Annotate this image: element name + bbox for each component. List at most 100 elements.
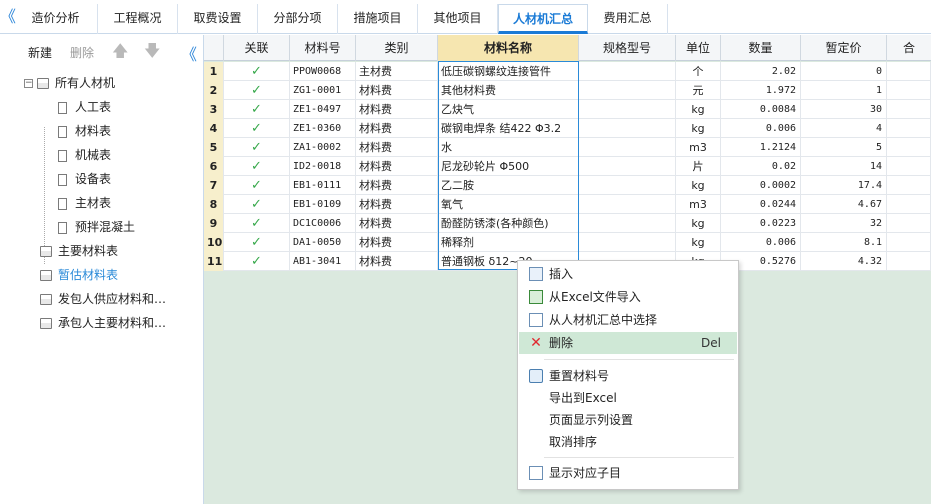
- linked-check-icon[interactable]: ✓: [224, 100, 290, 119]
- material-code-cell[interactable]: EB1-0111: [290, 176, 356, 195]
- tab-other-items[interactable]: 其他项目: [418, 4, 498, 34]
- header-linked[interactable]: 关联: [224, 35, 290, 61]
- category-cell[interactable]: 材料费: [356, 214, 438, 233]
- tree-node-all[interactable]: − 所有人材机: [24, 73, 115, 93]
- spec-cell[interactable]: [579, 233, 676, 252]
- total-cell[interactable]: [887, 119, 931, 138]
- tab-sub-items[interactable]: 分部分项: [258, 4, 338, 34]
- linked-check-icon[interactable]: ✓: [224, 176, 290, 195]
- category-cell[interactable]: 材料费: [356, 100, 438, 119]
- quantity-cell[interactable]: 1.2124: [721, 138, 801, 157]
- quantity-cell[interactable]: 2.02: [721, 62, 801, 81]
- tree-node-employer-supplied[interactable]: 发包人供应材料和…: [40, 289, 166, 309]
- move-down-icon[interactable]: 🡇: [144, 40, 160, 67]
- table-row[interactable]: 6 ✓ ID2-0018 材料费 尼龙砂轮片 Φ500 片 0.02 14: [204, 157, 931, 176]
- linked-check-icon[interactable]: ✓: [224, 138, 290, 157]
- linked-check-icon[interactable]: ✓: [224, 195, 290, 214]
- material-name-cell[interactable]: 其他材料费: [438, 81, 579, 100]
- tab-fee-summary[interactable]: 费用汇总: [588, 4, 668, 34]
- tree-node-main-material[interactable]: 主材表: [58, 193, 111, 213]
- total-cell[interactable]: [887, 233, 931, 252]
- move-up-icon[interactable]: 🡅: [112, 40, 128, 67]
- unit-cell[interactable]: m3: [676, 138, 721, 157]
- total-cell[interactable]: [887, 176, 931, 195]
- material-name-cell[interactable]: 乙炔气: [438, 100, 579, 119]
- material-code-cell[interactable]: ZA1-0002: [290, 138, 356, 157]
- quantity-cell[interactable]: 0.02: [721, 157, 801, 176]
- material-code-cell[interactable]: ZE1-0497: [290, 100, 356, 119]
- provisional-price-cell[interactable]: 17.4: [801, 176, 887, 195]
- tree-node-material[interactable]: 材料表: [58, 121, 111, 141]
- linked-check-icon[interactable]: ✓: [224, 62, 290, 81]
- provisional-price-cell[interactable]: 8.1: [801, 233, 887, 252]
- material-code-cell[interactable]: ZG1-0001: [290, 81, 356, 100]
- tree-node-equipment[interactable]: 设备表: [58, 169, 111, 189]
- material-name-cell[interactable]: 水: [438, 138, 579, 157]
- linked-check-icon[interactable]: ✓: [224, 119, 290, 138]
- unit-cell[interactable]: 元: [676, 81, 721, 100]
- quantity-cell[interactable]: 0.006: [721, 119, 801, 138]
- material-code-cell[interactable]: PPOW0068: [290, 62, 356, 81]
- material-code-cell[interactable]: DA1-0050: [290, 233, 356, 252]
- total-cell[interactable]: [887, 252, 931, 271]
- spec-cell[interactable]: [579, 119, 676, 138]
- unit-cell[interactable]: m3: [676, 195, 721, 214]
- material-name-cell[interactable]: 低压碳钢螺纹连接管件: [438, 62, 579, 81]
- delete-button[interactable]: 删除: [70, 44, 94, 61]
- provisional-price-cell[interactable]: 14: [801, 157, 887, 176]
- tab-cost-analysis[interactable]: 造价分析: [14, 4, 98, 34]
- provisional-price-cell[interactable]: 32: [801, 214, 887, 233]
- header-provisional-price[interactable]: 暂定价: [801, 35, 887, 61]
- tree-node-key-materials[interactable]: 主要材料表: [40, 241, 118, 261]
- spec-cell[interactable]: [579, 81, 676, 100]
- provisional-price-cell[interactable]: 30: [801, 100, 887, 119]
- table-row[interactable]: 8 ✓ EB1-0109 材料费 氧气 m3 0.0244 4.67: [204, 195, 931, 214]
- spec-cell[interactable]: [579, 157, 676, 176]
- quantity-cell[interactable]: 0.006: [721, 233, 801, 252]
- material-name-cell[interactable]: 乙二胺: [438, 176, 579, 195]
- linked-check-icon[interactable]: ✓: [224, 214, 290, 233]
- provisional-price-cell[interactable]: 5: [801, 138, 887, 157]
- tab-measures[interactable]: 措施项目: [338, 4, 418, 34]
- category-cell[interactable]: 材料费: [356, 176, 438, 195]
- spec-cell[interactable]: [579, 138, 676, 157]
- provisional-price-cell[interactable]: 1: [801, 81, 887, 100]
- quantity-cell[interactable]: 1.972: [721, 81, 801, 100]
- material-name-cell[interactable]: 酚醛防锈漆(各种颜色): [438, 214, 579, 233]
- provisional-price-cell[interactable]: 4: [801, 119, 887, 138]
- linked-check-icon[interactable]: ✓: [224, 157, 290, 176]
- quantity-cell[interactable]: 0.0244: [721, 195, 801, 214]
- collapse-panel-icon[interactable]: 《: [181, 41, 197, 65]
- provisional-price-cell[interactable]: 0: [801, 62, 887, 81]
- material-code-cell[interactable]: ID2-0018: [290, 157, 356, 176]
- tree-node-ready-mix[interactable]: 预拌混凝土: [58, 217, 135, 237]
- category-cell[interactable]: 材料费: [356, 138, 438, 157]
- unit-cell[interactable]: 片: [676, 157, 721, 176]
- unit-cell[interactable]: kg: [676, 233, 721, 252]
- quantity-cell[interactable]: 0.0002: [721, 176, 801, 195]
- table-row[interactable]: 7 ✓ EB1-0111 材料费 乙二胺 kg 0.0002 17.4: [204, 176, 931, 195]
- linked-check-icon[interactable]: ✓: [224, 81, 290, 100]
- total-cell[interactable]: [887, 100, 931, 119]
- back-chevron-icon[interactable]: 《: [0, 0, 16, 34]
- menu-item-export-excel[interactable]: 导出到Excel: [519, 387, 737, 409]
- total-cell[interactable]: [887, 195, 931, 214]
- spec-cell[interactable]: [579, 176, 676, 195]
- category-cell[interactable]: 材料费: [356, 157, 438, 176]
- category-cell[interactable]: 材料费: [356, 81, 438, 100]
- header-category[interactable]: 类别: [356, 35, 438, 61]
- material-code-cell[interactable]: AB1-3041: [290, 252, 356, 271]
- unit-cell[interactable]: kg: [676, 176, 721, 195]
- unit-cell[interactable]: kg: [676, 119, 721, 138]
- category-cell[interactable]: 材料费: [356, 233, 438, 252]
- category-cell[interactable]: 材料费: [356, 252, 438, 271]
- spec-cell[interactable]: [579, 100, 676, 119]
- category-cell[interactable]: 主材费: [356, 62, 438, 81]
- material-code-cell[interactable]: DC1C0006: [290, 214, 356, 233]
- unit-cell[interactable]: kg: [676, 100, 721, 119]
- header-total[interactable]: 合: [887, 35, 931, 61]
- material-name-cell[interactable]: 氧气: [438, 195, 579, 214]
- unit-cell[interactable]: kg: [676, 214, 721, 233]
- material-name-cell[interactable]: 尼龙砂轮片 Φ500: [438, 157, 579, 176]
- menu-item-select-from-summary[interactable]: 从人材机汇总中选择: [519, 309, 737, 331]
